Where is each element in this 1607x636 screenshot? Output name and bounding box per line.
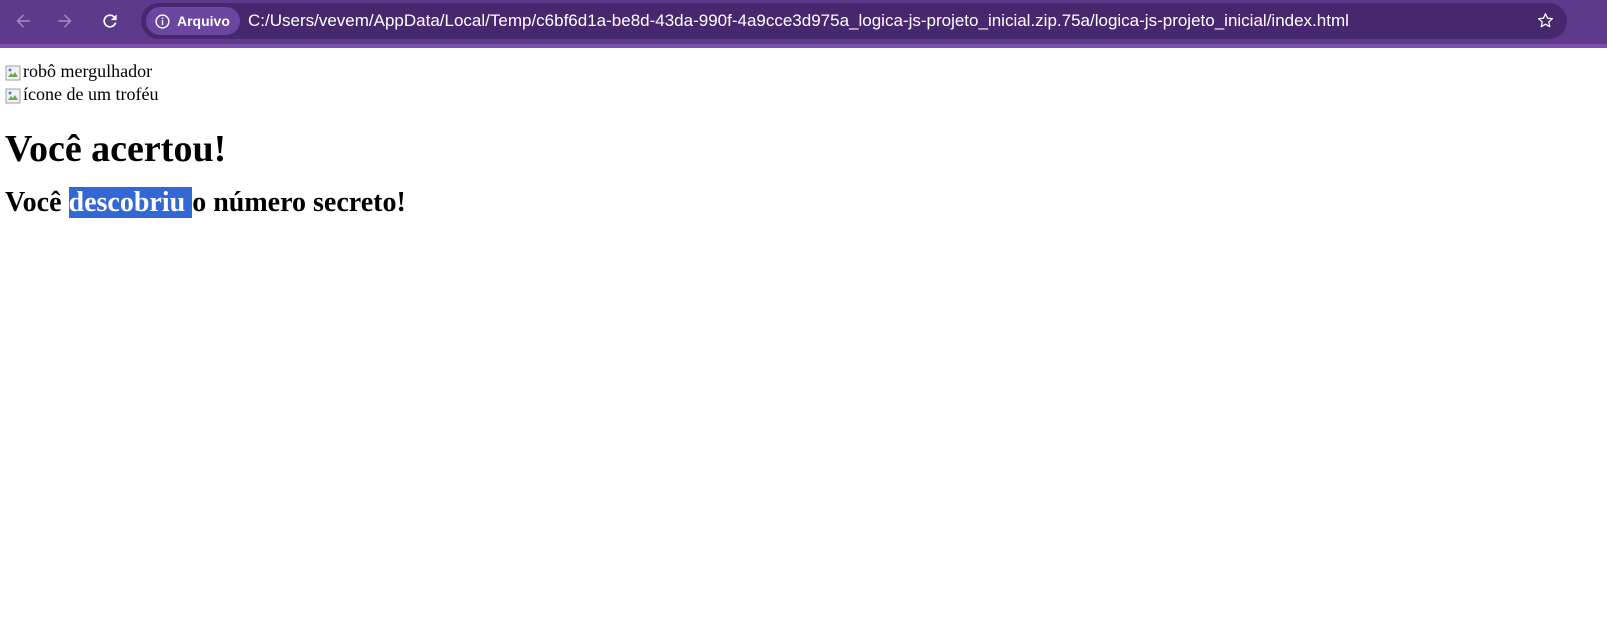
trophy-alt-text: ícone de um troféu [23,84,159,104]
trophy-image: ícone de um troféu [5,83,1602,106]
page-content: robô mergulhador ícone de um troféu Você… [0,52,1607,636]
forward-button[interactable] [50,6,80,36]
star-icon [1537,12,1553,27]
broken-image-icon [5,87,21,103]
selected-text: descobriu [68,187,193,218]
reload-button[interactable] [95,6,125,36]
diver-robot-alt-text: robô mergulhador [23,61,153,81]
url-text[interactable]: C:/Users/vevem/AppData/Local/Temp/c6bf6d… [248,3,1349,39]
broken-image-icon [5,64,21,80]
site-info-chip[interactable]: Arquivo [146,7,240,35]
reload-icon [103,14,117,28]
subtitle-text-before: Você [5,187,69,218]
browser-toolbar: Arquivo C:/Users/vevem/AppData/Local/Tem… [0,0,1607,48]
address-bar[interactable]: Arquivo C:/Users/vevem/AppData/Local/Tem… [141,3,1567,39]
site-info-label: Arquivo [177,13,230,29]
page-title: Você acertou! [5,128,227,170]
forward-arrow-icon [58,14,72,28]
page-subtitle: Você descobriu o número secreto! [5,186,1602,220]
subtitle-text-after: o número secreto! [192,187,406,218]
info-icon [155,13,170,29]
back-arrow-icon [16,14,30,28]
bookmark-button[interactable] [1533,8,1557,32]
back-button[interactable] [8,6,38,36]
diver-robot-image: robô mergulhador [5,60,1602,83]
